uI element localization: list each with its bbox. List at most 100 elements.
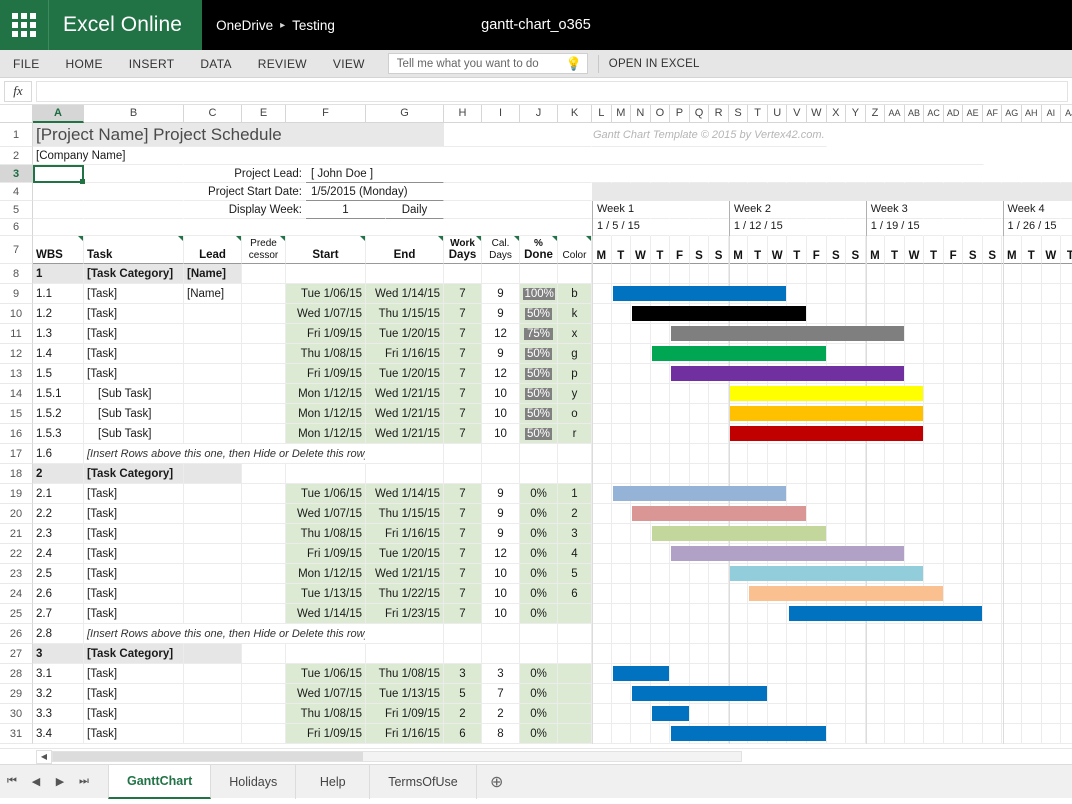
gantt-day-cell[interactable] xyxy=(846,604,866,624)
cell-end[interactable]: Fri 1/16/15 xyxy=(366,724,444,744)
cell-predecessor[interactable] xyxy=(242,584,286,604)
gantt-day-cell[interactable] xyxy=(846,584,866,604)
cell-lead[interactable] xyxy=(184,364,242,384)
gantt-day-cell[interactable] xyxy=(1002,644,1022,664)
gantt-day-cell[interactable] xyxy=(885,344,905,364)
gantt-day-cell[interactable] xyxy=(729,704,749,724)
gantt-day-cell[interactable] xyxy=(846,704,866,724)
gantt-day-cell[interactable] xyxy=(690,724,710,744)
cell-predecessor[interactable] xyxy=(242,324,286,344)
gantt-day-cell[interactable] xyxy=(846,344,866,364)
cell-j6[interactable] xyxy=(520,219,558,236)
cell-wbs[interactable]: 3.1 xyxy=(33,664,84,684)
gantt-day-cell[interactable] xyxy=(827,183,847,201)
gantt-day-cell[interactable] xyxy=(690,304,710,324)
gantt-day-cell[interactable] xyxy=(748,704,768,724)
gantt-day-cell[interactable] xyxy=(729,524,749,544)
gantt-day-cell[interactable] xyxy=(729,624,749,644)
cell-work-days[interactable]: 7 xyxy=(444,364,482,384)
gantt-day-cell[interactable] xyxy=(768,544,788,564)
cell-k[interactable] xyxy=(558,464,592,484)
gantt-day-cell[interactable] xyxy=(1002,524,1022,544)
gantt-day-cell[interactable] xyxy=(787,165,807,183)
gantt-day-cell[interactable] xyxy=(709,284,729,304)
empty-cell[interactable] xyxy=(184,147,984,165)
cell-start[interactable]: Fri 1/09/15 xyxy=(286,724,366,744)
gantt-day-cell[interactable] xyxy=(1061,384,1072,404)
gantt-day-cell[interactable] xyxy=(944,284,964,304)
cell-pct-done[interactable]: 75% xyxy=(520,324,558,344)
gantt-day-cell[interactable] xyxy=(944,424,964,444)
gantt-day-cell[interactable] xyxy=(866,264,886,284)
gantt-day-cell[interactable] xyxy=(631,724,651,744)
gantt-day-cell[interactable] xyxy=(612,165,632,183)
cell-color-code[interactable] xyxy=(558,724,592,744)
gantt-day-cell[interactable] xyxy=(924,404,944,424)
cell-task[interactable]: [Task] xyxy=(84,344,184,364)
gantt-day-cell[interactable] xyxy=(983,284,1003,304)
gantt-day-cell[interactable] xyxy=(670,704,690,724)
gantt-day-cell[interactable] xyxy=(787,404,807,424)
gantt-day-cell[interactable] xyxy=(631,564,651,584)
gantt-day-cell[interactable] xyxy=(592,624,612,644)
gantt-day-cell[interactable] xyxy=(729,604,749,624)
gantt-day-cell[interactable] xyxy=(787,364,807,384)
gantt-day-cell[interactable] xyxy=(709,424,729,444)
gantt-day-cell[interactable] xyxy=(963,504,983,524)
gantt-day-cell[interactable] xyxy=(944,201,964,219)
gantt-day-cell[interactable] xyxy=(631,704,651,724)
column-header-f[interactable]: F xyxy=(286,105,366,123)
cell-start[interactable]: Wed 1/14/15 xyxy=(286,604,366,624)
gantt-day-cell[interactable] xyxy=(885,644,905,664)
gantt-day-cell[interactable] xyxy=(827,544,847,564)
header-weekday[interactable]: W xyxy=(768,236,788,264)
cell-k6[interactable] xyxy=(558,219,592,236)
gantt-day-cell[interactable] xyxy=(924,384,944,404)
field-label-3[interactable]: Display Week: xyxy=(184,201,306,219)
gantt-day-cell[interactable] xyxy=(866,284,886,304)
gantt-day-cell[interactable] xyxy=(592,344,612,364)
gantt-day-cell[interactable] xyxy=(709,344,729,364)
gantt-day-cell[interactable] xyxy=(1042,724,1062,744)
row-header-12[interactable]: 12 xyxy=(0,344,33,364)
gantt-day-cell[interactable] xyxy=(827,219,847,236)
gantt-day-cell[interactable] xyxy=(612,324,632,344)
gantt-day-cell[interactable] xyxy=(866,464,886,484)
gantt-day-cell[interactable] xyxy=(690,624,710,644)
gantt-day-cell[interactable] xyxy=(768,304,788,324)
cell-task[interactable]: [Task] xyxy=(84,304,184,324)
gantt-day-cell[interactable] xyxy=(1022,704,1042,724)
gantt-day-cell[interactable] xyxy=(1022,344,1042,364)
gantt-day-cell[interactable] xyxy=(729,264,749,284)
cell-b4[interactable] xyxy=(84,183,184,201)
column-header-q[interactable]: Q xyxy=(690,105,710,123)
insert-row-note[interactable]: [Insert Rows above this one, then Hide o… xyxy=(84,444,366,464)
gantt-day-cell[interactable] xyxy=(905,724,925,744)
gantt-day-cell[interactable] xyxy=(924,724,944,744)
gantt-day-cell[interactable] xyxy=(787,484,807,504)
gantt-day-cell[interactable] xyxy=(631,504,651,524)
gantt-day-cell[interactable] xyxy=(1061,664,1072,684)
column-header-u[interactable]: U xyxy=(768,105,788,123)
cell-f[interactable] xyxy=(286,464,366,484)
cell-color-code[interactable]: p xyxy=(558,364,592,384)
cell-lead[interactable] xyxy=(184,644,242,664)
gantt-day-cell[interactable] xyxy=(1022,644,1042,664)
cell-a5[interactable] xyxy=(33,201,84,219)
cell-k[interactable] xyxy=(558,264,592,284)
row-header-29[interactable]: 29 xyxy=(0,684,33,704)
gantt-day-cell[interactable] xyxy=(748,424,768,444)
gantt-day-cell[interactable] xyxy=(612,624,632,644)
gantt-day-cell[interactable] xyxy=(885,284,905,304)
gantt-day-cell[interactable] xyxy=(924,464,944,484)
gantt-day-cell[interactable] xyxy=(612,544,632,564)
gantt-day-cell[interactable] xyxy=(729,304,749,324)
gantt-day-cell[interactable] xyxy=(787,564,807,584)
cell-work-days[interactable]: 7 xyxy=(444,424,482,444)
gantt-day-cell[interactable] xyxy=(631,284,651,304)
gantt-day-cell[interactable] xyxy=(807,324,827,344)
cell-predecessor[interactable] xyxy=(242,424,286,444)
gantt-day-cell[interactable] xyxy=(768,484,788,504)
cell-predecessor[interactable] xyxy=(242,544,286,564)
gantt-day-cell[interactable] xyxy=(1002,664,1022,684)
